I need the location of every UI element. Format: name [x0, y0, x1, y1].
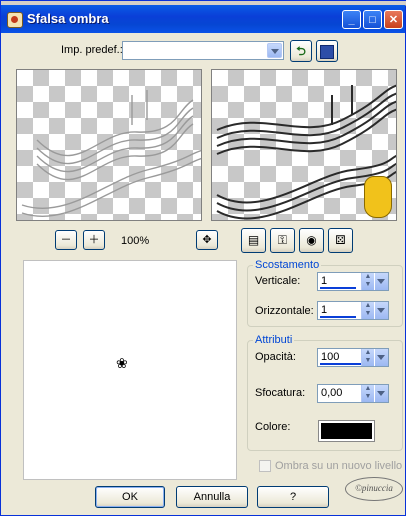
new-layer-label: Ombra su un nuovo livello: [275, 460, 403, 472]
music-staff-image: [21, 90, 201, 218]
result-preview[interactable]: [211, 69, 397, 221]
color-label: Colore:: [255, 421, 291, 433]
watermark-text: ©pinuccia: [355, 483, 393, 493]
zoom-level: 100%: [121, 235, 150, 247]
save-preset-button[interactable]: [316, 40, 338, 62]
vertical-slider-bar[interactable]: [320, 287, 356, 289]
vertical-value: 1: [321, 275, 328, 287]
title-bar[interactable]: Sfalsa ombra _ □ ✕: [1, 5, 405, 33]
preset-label: Imp. predef.:: [61, 44, 123, 56]
app-icon: [7, 12, 23, 28]
chevron-down-icon: [267, 43, 282, 58]
watermark-signature: ©pinuccia: [345, 477, 403, 501]
offset-group-title: Scostamento: [253, 259, 322, 271]
horizontal-spinner[interactable]: 1 ▲ ▼: [317, 301, 389, 320]
vertical-label: Verticale:: [255, 275, 301, 287]
color-swatch[interactable]: [318, 420, 375, 442]
up-down-arrows-icon[interactable]: ▲ ▼: [361, 302, 374, 319]
preset-dropdown[interactable]: [122, 41, 284, 60]
blur-label: Sfocatura:: [255, 387, 306, 399]
up-down-arrows-icon[interactable]: ▲ ▼: [361, 349, 374, 366]
opacity-value: 100: [321, 351, 340, 363]
ok-button[interactable]: OK: [95, 486, 165, 508]
toggle-preview-button[interactable]: ▤: [241, 228, 266, 253]
horizontal-value: 1: [321, 304, 328, 316]
offset-drag-area[interactable]: ❀: [23, 260, 237, 480]
horizontal-slider-bar[interactable]: [320, 316, 356, 318]
blur-value: 0,00: [321, 387, 343, 399]
lock-icon: ⚿: [277, 233, 288, 247]
minimize-button[interactable]: _: [342, 10, 361, 29]
eye-icon: ◉: [306, 233, 317, 247]
randomize-button[interactable]: ⚄: [328, 228, 353, 253]
dice-icon: ⚄: [335, 233, 346, 247]
vertical-spinner[interactable]: 1 ▲ ▼: [317, 272, 389, 291]
close-button[interactable]: ✕: [384, 10, 403, 29]
new-layer-checkbox[interactable]: [259, 460, 271, 472]
up-down-arrows-icon[interactable]: ▲ ▼: [361, 385, 374, 402]
zoom-out-button[interactable]: －: [55, 230, 77, 250]
lock-preview-button[interactable]: ⚿: [270, 228, 295, 253]
opacity-label: Opacità:: [255, 351, 296, 363]
reset-arrow-icon: ⮌: [296, 44, 306, 58]
pan-button[interactable]: ✥: [196, 230, 218, 250]
zoom-in-icon: ＋: [88, 234, 100, 246]
cancel-button[interactable]: Annulla: [176, 486, 248, 508]
show-preview-button[interactable]: ◉: [299, 228, 324, 253]
preview-panel-icon: ▤: [247, 233, 260, 247]
zoom-out-icon: －: [60, 234, 72, 246]
zoom-in-button[interactable]: ＋: [83, 230, 105, 250]
blur-spinner[interactable]: 0,00 ▲ ▼: [317, 384, 389, 403]
maximize-button[interactable]: □: [363, 10, 382, 29]
dialog-window: Sfalsa ombra _ □ ✕ Imp. predef.: ⮌ － ＋ 1…: [0, 0, 406, 516]
floppy-disk-icon: [320, 45, 334, 59]
chevron-down-icon[interactable]: [375, 385, 388, 402]
move-icon: ✥: [202, 234, 212, 246]
up-down-arrows-icon[interactable]: ▲ ▼: [361, 273, 374, 290]
crosshair-handle-icon[interactable]: ❀: [116, 355, 128, 372]
horizontal-label: Orizzontale:: [255, 305, 314, 317]
original-preview[interactable]: [16, 69, 202, 221]
window-title: Sfalsa ombra: [27, 11, 109, 26]
reset-button[interactable]: ⮌: [290, 40, 312, 62]
opacity-slider-bar[interactable]: [320, 363, 364, 365]
opacity-spinner[interactable]: 100 ▲ ▼: [317, 348, 389, 367]
chevron-down-icon[interactable]: [375, 273, 388, 290]
attributes-group-title: Attributi: [253, 334, 295, 346]
chevron-down-icon[interactable]: [375, 302, 388, 319]
pointing-hand-icon: [364, 176, 392, 218]
chevron-down-icon[interactable]: [375, 349, 388, 366]
help-button[interactable]: ?: [257, 486, 329, 508]
